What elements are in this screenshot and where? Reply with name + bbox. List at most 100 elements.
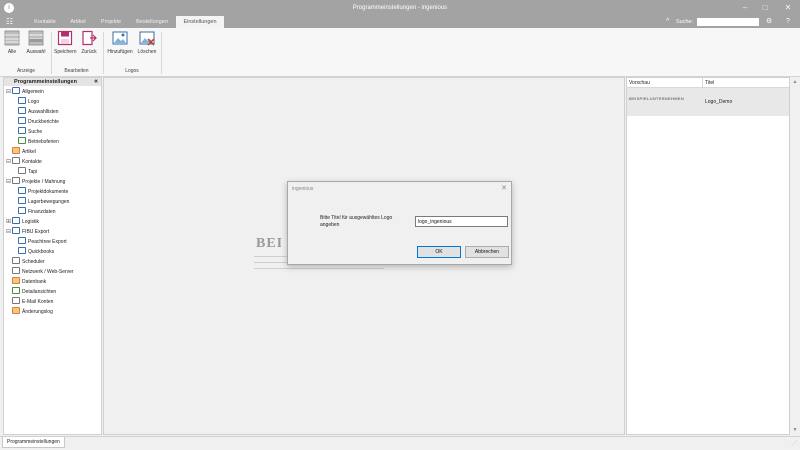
settings-tree: Programmeinstellungen « ⊟ Allgemein Logo Au… (3, 77, 102, 435)
app-logo-icon: i (4, 3, 14, 13)
grid-all-icon (4, 30, 20, 46)
tab-einstellungen[interactable]: Einstellungen (176, 16, 224, 28)
search-input[interactable] (697, 18, 759, 26)
title-bar: i Programmeinstellungen - ingenious – □ … (0, 0, 800, 16)
sidebar-item[interactable]: Suche (18, 127, 42, 137)
delete-logo-label: Löschen (137, 49, 157, 55)
sidebar-item[interactable]: Betriebsferien (18, 137, 59, 147)
vertical-scrollbar[interactable]: ▲ ▼ (790, 77, 800, 435)
sidebar-item[interactable]: ⊟ Allgemein (6, 87, 44, 97)
settings-gear-icon[interactable]: ⚙ (766, 16, 772, 28)
sidebar-item-label: Auswahllisten (28, 109, 59, 115)
sidebar-item[interactable]: Netzwerk / Web-Server (6, 267, 74, 277)
save-button[interactable]: Speichern (54, 30, 77, 60)
sidebar-item-label: Druckberichte (28, 119, 59, 125)
column-header-vorschau[interactable]: Vorschau (629, 78, 650, 88)
ribbon: Alle Auswahl Anzeige Speichern Zurück Be… (0, 28, 800, 77)
show-all-button[interactable]: Alle (3, 30, 21, 60)
phone-icon (18, 167, 26, 175)
save-label: Speichern (54, 49, 77, 55)
show-all-label: Alle (7, 49, 17, 55)
logo-preview-text: BEI (256, 236, 284, 251)
table-row[interactable]: BEISPIELUNTERNEHMEN Logo_Demo (627, 88, 789, 116)
collapse-sidebar-icon[interactable]: « (94, 78, 98, 86)
grid-header: Vorschau Titel (627, 78, 789, 88)
sidebar-item[interactable]: Tapi (18, 167, 37, 177)
network-icon (12, 267, 20, 275)
sidebar-item[interactable]: Quickbooks (18, 247, 54, 257)
sidebar-item-label: Artikel (22, 149, 36, 155)
binoculars-icon (18, 127, 26, 135)
email-icon (12, 297, 20, 305)
document-icon (18, 187, 26, 195)
sidebar-item[interactable]: Peachtree Export (18, 237, 67, 247)
tab-bestellungen[interactable]: Bestellungen (132, 16, 172, 28)
sidebar-item[interactable]: Lagerbewegungen (18, 197, 69, 207)
sidebar-item-label: Netzwerk / Web-Server (22, 269, 74, 275)
contacts-icon (12, 157, 20, 165)
save-icon (57, 30, 73, 46)
ok-button[interactable]: OK (417, 246, 461, 258)
sidebar-item[interactable]: Datenbank (6, 277, 46, 287)
collapse-ribbon-icon[interactable]: ^ (666, 16, 669, 28)
scroll-down-icon[interactable]: ▼ (790, 425, 800, 435)
tab-projekte[interactable]: Projekte (96, 16, 126, 28)
sidebar-item[interactable]: Änderungslog (6, 307, 53, 317)
app-menu-icon[interactable]: ☷ (6, 18, 13, 26)
sidebar-item[interactable]: Scheduler (6, 257, 45, 267)
delete-logo-button[interactable]: Löschen (136, 30, 158, 60)
logo-title-cell: Logo_Demo (705, 99, 733, 105)
logo-title-input[interactable] (415, 216, 508, 227)
undo-icon (82, 30, 97, 46)
sidebar-item-label: Änderungslog (22, 309, 53, 315)
database-icon (12, 277, 20, 285)
sidebar-item[interactable]: Detailansichten (6, 287, 56, 297)
sidebar-item[interactable]: Projektdokumente (18, 187, 68, 197)
sidebar-item-label: Quickbooks (28, 249, 55, 255)
status-bar: Programmeinstellungen ⋰ (0, 436, 800, 450)
sidebar-item[interactable]: ⊟ FIBU Export (6, 227, 49, 237)
sidebar-item[interactable]: ⊟ Kontakte (6, 157, 42, 167)
sidebar-header: Programmeinstellungen « (4, 78, 101, 86)
logo-icon (18, 97, 26, 105)
sidebar-item-label: Projektdokumente (28, 189, 69, 195)
sidebar-item[interactable]: Auswahllisten (18, 107, 59, 117)
document-tab[interactable]: Programmeinstellungen (2, 437, 65, 448)
add-logo-button[interactable]: Hinzufügen (106, 30, 134, 60)
sidebar-item-label: Logo (28, 99, 40, 105)
cancel-button[interactable]: Abbrechen (465, 246, 509, 258)
resize-grip-icon[interactable]: ⋰ (791, 440, 797, 447)
scheduler-icon (12, 257, 20, 265)
sidebar-item[interactable]: Logo (18, 97, 39, 107)
changelog-icon (12, 307, 20, 315)
minimize-button[interactable]: – (735, 0, 755, 16)
palm-tree-icon (18, 137, 26, 145)
sidebar-item[interactable]: ⊟ Projekte / Mahnung (6, 177, 65, 187)
scroll-up-icon[interactable]: ▲ (790, 77, 800, 87)
ribbon-group-logos: Logos (125, 68, 139, 74)
quickbooks-icon (18, 247, 26, 255)
column-header-titel[interactable]: Titel (705, 78, 714, 88)
show-selection-button[interactable]: Auswahl (25, 30, 47, 60)
ribbon-separator (51, 32, 52, 74)
back-button[interactable]: Zurück (79, 30, 99, 60)
sidebar-item-label: E-Mail Konten (22, 299, 54, 305)
peachtree-icon (18, 237, 26, 245)
logo-title-dialog: ingenious ✕ Bitte Titel für ausgewähltes… (287, 181, 512, 265)
sidebar-item[interactable]: Finanzdaten (18, 207, 56, 217)
sidebar-item[interactable]: Druckberichte (18, 117, 59, 127)
tab-artikel[interactable]: Artikel (64, 16, 92, 28)
sidebar-item[interactable]: ⊞ Logistik (6, 217, 39, 227)
tab-kontakte[interactable]: Kontakte (28, 16, 62, 28)
sidebar-item[interactable]: Artikel (6, 147, 36, 157)
ribbon-separator (161, 32, 162, 74)
close-button[interactable]: ✕ (778, 0, 798, 16)
sidebar-item-label: Kontakte (22, 159, 42, 165)
maximize-button[interactable]: □ (755, 0, 775, 16)
grid-selection-icon (28, 30, 44, 46)
dialog-close-icon[interactable]: ✕ (501, 182, 507, 196)
help-icon[interactable]: ? (786, 16, 790, 28)
sidebar-item-label: Lagerbewegungen (28, 199, 70, 205)
column-divider[interactable] (702, 78, 703, 88)
sidebar-item[interactable]: E-Mail Konten (6, 297, 53, 307)
